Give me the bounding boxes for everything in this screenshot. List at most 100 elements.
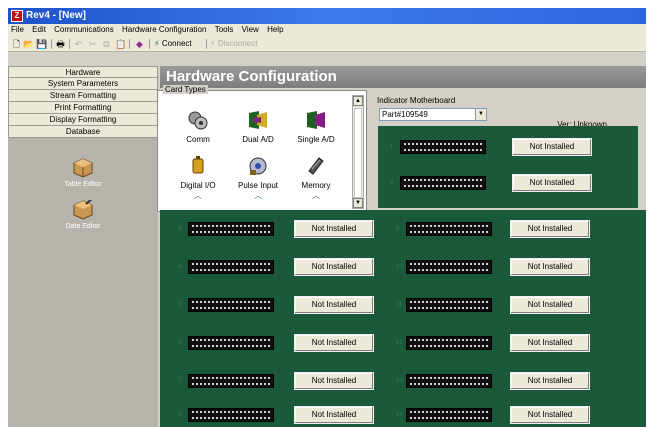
slot-status-button[interactable]: Not Installed	[294, 258, 374, 276]
slot-connector	[188, 298, 274, 312]
card-type-label: Memory	[301, 181, 331, 190]
toolbar-separator	[149, 39, 150, 49]
slot-number: 9	[396, 226, 400, 232]
slot-number: 14	[396, 412, 403, 418]
cut-icon[interactable]: ✂	[87, 39, 98, 49]
slot-status-button[interactable]: Not Installed	[294, 220, 374, 238]
slot-number: 7	[178, 378, 182, 384]
slot-number: 3	[178, 226, 182, 232]
memory-card-icon	[305, 155, 327, 177]
slot-status-button[interactable]: Not Installed	[510, 334, 590, 352]
sidebar-item-hardware[interactable]: Hardware	[8, 66, 158, 78]
copy-icon[interactable]: ⧉	[101, 39, 112, 49]
menu-communications[interactable]: Communications	[51, 24, 117, 36]
app-icon: Z	[11, 10, 23, 22]
slot-connector	[188, 374, 274, 388]
expansion-slots-board: 3 Not Installed 9 Not Installed 4 Not In…	[160, 210, 646, 427]
new-file-icon[interactable]: 🗋	[11, 39, 22, 49]
card-type-digital-io[interactable]: Digital I/O ︿	[168, 155, 228, 201]
open-folder-icon[interactable]: 📂	[23, 39, 34, 49]
card-type-single-ad[interactable]: Single A/D	[286, 109, 346, 144]
connect-label: Connect	[161, 39, 192, 48]
sidebar-item-display-formatting[interactable]: Display Formatting	[8, 114, 158, 126]
single-ad-card-icon	[305, 109, 327, 131]
connect-button[interactable]: ⚡ Connect	[154, 38, 192, 50]
connect-icon: ⚡	[154, 39, 160, 48]
data-editor-label: Data Editor	[65, 223, 101, 230]
toolbar-separator	[51, 39, 52, 49]
sidebar-item-database[interactable]: Database	[8, 126, 158, 138]
card-types-scrollbar[interactable]: ▲ ▼	[352, 95, 364, 209]
slot-status-button[interactable]: Not Installed	[510, 372, 590, 390]
slot-status-button[interactable]: Not Installed	[512, 138, 592, 156]
card-type-label: Pulse Input	[237, 181, 279, 190]
toolbar-separator	[129, 39, 130, 49]
card-type-label: Comm	[186, 135, 210, 144]
table-editor-tool[interactable]: Table Editor	[48, 158, 118, 188]
scroll-up-icon[interactable]: ▲	[353, 96, 363, 106]
data-editor-icon	[72, 197, 94, 220]
slot-status-button[interactable]: Not Installed	[510, 258, 590, 276]
save-icon[interactable]: 💾	[36, 39, 47, 49]
slot-connector	[188, 408, 274, 422]
card-type-pulse-input[interactable]: Pulse Input ︿	[228, 155, 288, 201]
slot-status-button[interactable]: Not Installed	[294, 334, 374, 352]
slot-connector	[406, 260, 492, 274]
slot-status-button[interactable]: Not Installed	[294, 406, 374, 424]
card-type-dual-ad[interactable]: Dual A/D	[228, 109, 288, 144]
toolbar-separator	[206, 39, 207, 49]
card-type-label: Single A/D	[297, 135, 335, 144]
slot-status-button[interactable]: Not Installed	[512, 174, 592, 192]
sidebar-item-stream-formatting[interactable]: Stream Formatting	[8, 90, 158, 102]
slot-connector	[188, 336, 274, 350]
disconnect-label: Disconnect	[217, 39, 258, 48]
disconnect-button[interactable]: ⚡ Disconnect	[210, 38, 257, 50]
motherboard-slots-board: 1 Not Installed 2 Not Installed	[378, 126, 638, 208]
app-window: Z Rev4 - [New] File Edit Communications …	[8, 8, 646, 427]
menu-help[interactable]: Help	[264, 24, 286, 36]
menu-hardware-configuration[interactable]: Hardware Configuration	[119, 24, 210, 36]
table-editor-label: Table Editor	[64, 181, 102, 188]
data-editor-tool[interactable]: Data Editor	[48, 197, 118, 230]
slot-status-button[interactable]: Not Installed	[294, 296, 374, 314]
print-icon[interactable]: 🖶	[55, 39, 66, 49]
slot-number: 8	[178, 412, 182, 418]
caret-up-icon: ︿	[194, 191, 202, 200]
slot-status-button[interactable]: Not Installed	[510, 406, 590, 424]
slot-connector	[406, 336, 492, 350]
comm-card-icon	[187, 109, 209, 131]
slot-number: 11	[396, 302, 403, 308]
menu-file[interactable]: File	[8, 24, 27, 36]
undo-icon[interactable]: ↶	[73, 39, 84, 49]
gem-icon[interactable]: ◆	[134, 39, 145, 49]
menu-view[interactable]: View	[239, 24, 262, 36]
card-types-panel: Card Types Comm Dual A/D Single A/D Digi…	[157, 85, 367, 212]
scroll-down-icon[interactable]: ▼	[353, 198, 363, 208]
slot-status-button[interactable]: Not Installed	[294, 372, 374, 390]
card-type-memory[interactable]: Memory ︿	[286, 155, 346, 201]
window-title: Rev4 - [New]	[26, 10, 87, 21]
card-type-comm[interactable]: Comm	[168, 109, 228, 144]
motherboard-select[interactable]: Part#109549 ▼	[379, 108, 487, 121]
slot-number: 6	[178, 340, 182, 346]
dual-ad-card-icon	[247, 109, 269, 131]
paste-icon[interactable]: 📋	[115, 39, 126, 49]
slot-number: 2	[390, 180, 394, 186]
chevron-down-icon[interactable]: ▼	[475, 109, 486, 120]
slot-connector	[406, 408, 492, 422]
slot-connector	[406, 374, 492, 388]
slot-number: 5	[178, 302, 182, 308]
menu-tools[interactable]: Tools	[212, 24, 237, 36]
card-type-label: Dual A/D	[242, 135, 274, 144]
toolbar-separator	[69, 39, 70, 49]
slot-status-button[interactable]: Not Installed	[510, 296, 590, 314]
sidebar-item-print-formatting[interactable]: Print Formatting	[8, 102, 158, 114]
sidebar-item-system-parameters[interactable]: System Parameters	[8, 78, 158, 90]
scroll-thumb[interactable]	[354, 108, 362, 198]
slot-number: 12	[396, 340, 403, 346]
slot-connector	[188, 222, 274, 236]
slot-connector	[406, 298, 492, 312]
menu-edit[interactable]: Edit	[29, 24, 49, 36]
slot-status-button[interactable]: Not Installed	[510, 220, 590, 238]
table-editor-icon	[72, 158, 94, 178]
